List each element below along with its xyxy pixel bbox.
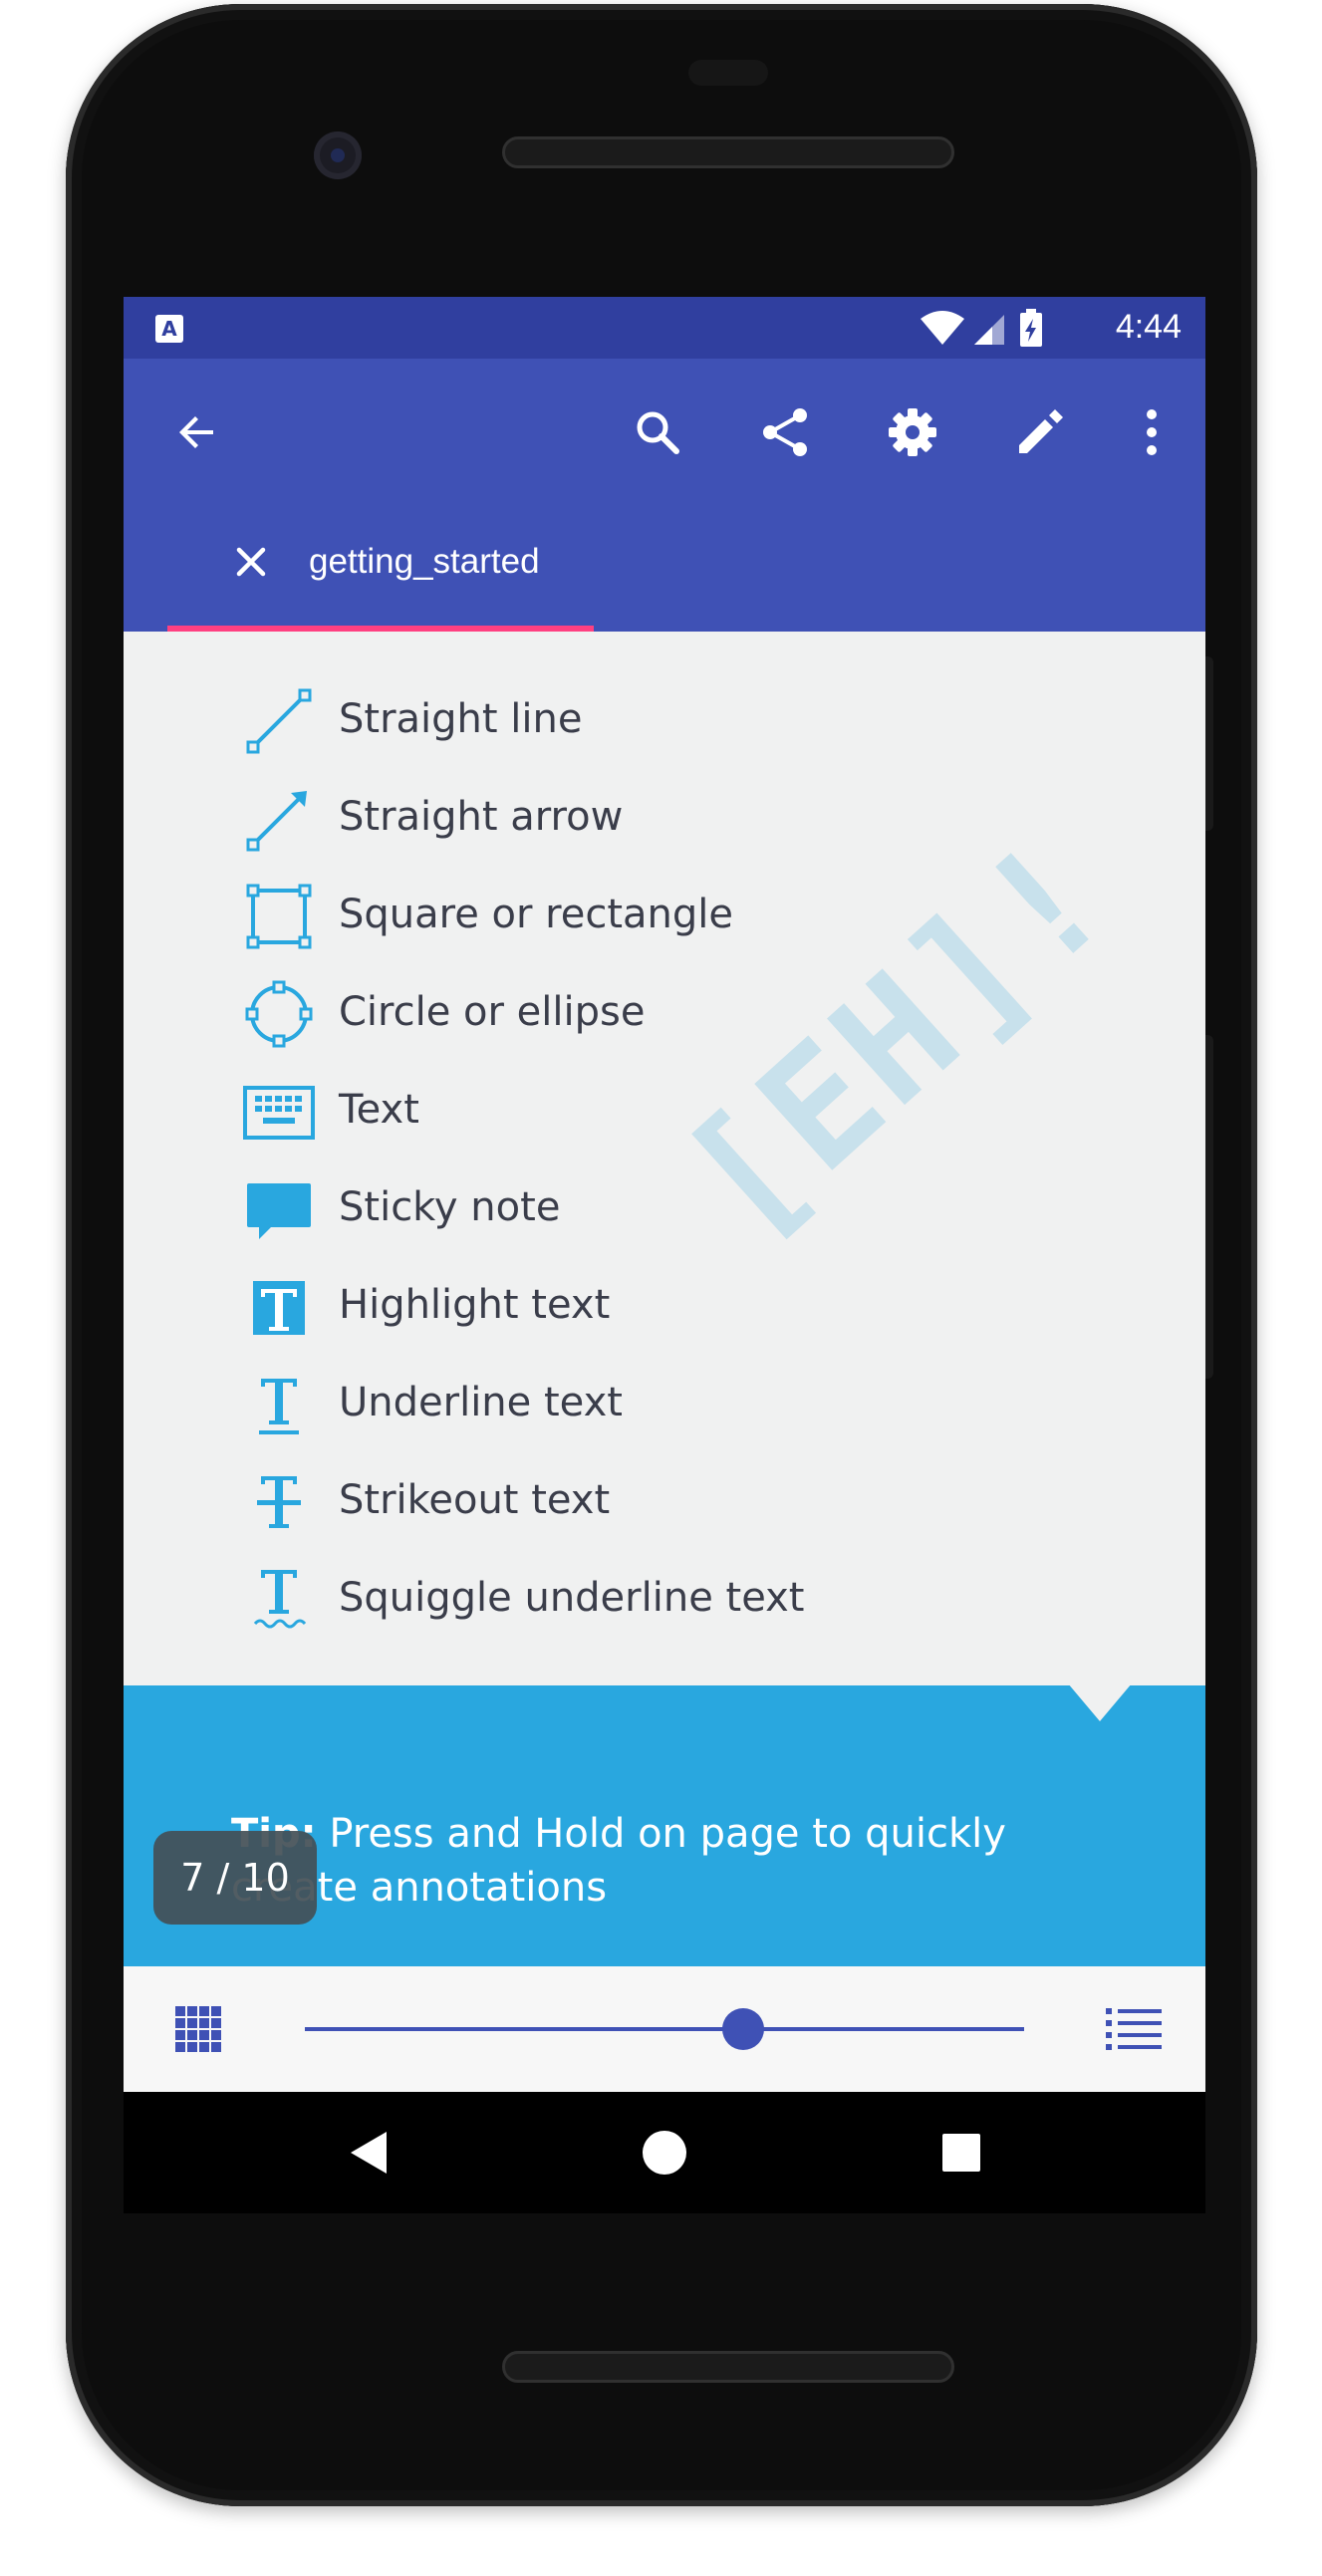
top-speaker-grille [502, 136, 954, 168]
outline-list-icon[interactable] [1106, 2006, 1162, 2052]
document-page[interactable]: [EH]! Straight line Straight arrow Squar… [124, 632, 1205, 1685]
straight-line-icon [246, 688, 312, 754]
list-item: Square or rectangle [243, 875, 1040, 954]
keyboard-icon [243, 1086, 315, 1140]
strikeout-text-icon [257, 1476, 301, 1528]
squiggle-underline-icon [253, 1570, 307, 1629]
battery-charging-icon [1020, 309, 1042, 347]
settings-gear-icon[interactable] [877, 396, 948, 468]
tip-message: Press and Hold on page to quickly create… [231, 1811, 1006, 1911]
tab-getting-started[interactable]: getting_started [167, 506, 594, 632]
system-navigation-bar [124, 2092, 1205, 2213]
phone-screen: A 4:44 getting_started [EH]! Straight li… [124, 297, 1205, 2213]
list-item: Sticky note [243, 1167, 1040, 1247]
list-item: Highlight text [243, 1265, 1040, 1345]
thumbnails-grid-icon[interactable] [173, 2004, 223, 2054]
list-item: Text [243, 1070, 1040, 1150]
item-label: Strikeout text [339, 1477, 611, 1523]
back-arrow-icon[interactable] [161, 396, 233, 468]
app-toolbar [124, 359, 1205, 506]
item-label: Underline text [339, 1380, 623, 1425]
list-item: Squiggle underline text [243, 1558, 1040, 1638]
tip-notch [1068, 1683, 1132, 1721]
list-item: Circle or ellipse [243, 972, 1040, 1052]
list-item: Strikeout text [243, 1460, 1040, 1540]
tab-label: getting_started [309, 542, 540, 581]
status-time: 4:44 [1115, 308, 1182, 346]
share-icon[interactable] [749, 396, 821, 468]
square-icon [246, 884, 312, 949]
page-slider-thumb[interactable] [722, 2008, 765, 2050]
item-label: Square or rectangle [339, 892, 733, 937]
nav-home-icon[interactable] [640, 2128, 689, 2178]
sticky-note-icon [247, 1183, 311, 1239]
straight-arrow-icon [246, 791, 307, 852]
page-slider[interactable] [305, 2027, 1024, 2031]
notification-app-icon: A [155, 315, 183, 343]
list-item: Straight line [243, 679, 1040, 759]
page-navigation-bar [124, 1966, 1205, 2092]
close-icon[interactable] [229, 540, 273, 584]
front-camera [314, 131, 362, 179]
item-label: Sticky note [339, 1184, 561, 1230]
item-label: Highlight text [339, 1282, 611, 1328]
search-icon[interactable] [622, 396, 693, 468]
item-label: Text [339, 1087, 419, 1133]
wifi-icon [921, 311, 964, 345]
item-label: Straight line [339, 696, 583, 742]
item-label: Circle or ellipse [339, 989, 646, 1035]
item-label: Straight arrow [339, 794, 624, 840]
nav-recents-icon[interactable] [936, 2128, 986, 2178]
nav-back-icon[interactable] [345, 2128, 395, 2178]
page-number-badge: 7 / 10 [153, 1831, 317, 1925]
item-label: Squiggle underline text [339, 1575, 805, 1621]
status-bar: A 4:44 [124, 297, 1205, 359]
highlight-text-icon [253, 1281, 305, 1335]
edit-pencil-icon[interactable] [1004, 396, 1076, 468]
underline-text-icon [259, 1379, 299, 1434]
proximity-sensor [688, 60, 768, 86]
bottom-speaker-grille [502, 2351, 954, 2383]
list-item: Straight arrow [243, 777, 1040, 857]
document-tab-bar: getting_started [124, 506, 1205, 632]
more-vert-icon[interactable] [1116, 396, 1188, 468]
tip-text: Tip: Press and Hold on page to quickly c… [231, 1807, 1128, 1915]
circle-icon [245, 980, 313, 1048]
list-item: Underline text [243, 1363, 1040, 1442]
status-icons [921, 309, 1042, 347]
